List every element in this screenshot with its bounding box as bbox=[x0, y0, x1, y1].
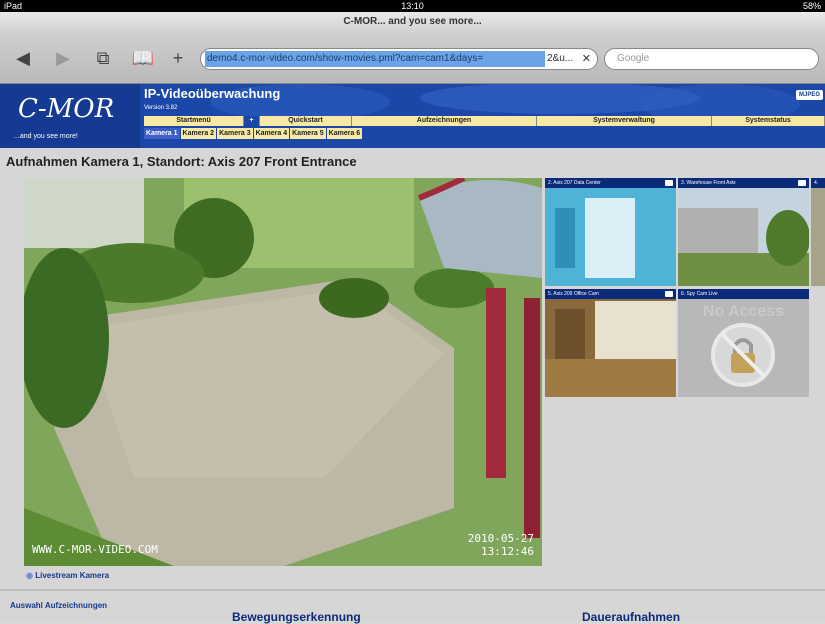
browser-toolbar: ◀ ▶ ⧉ 📖 + demo4.c-mor-video.com/show-mov… bbox=[0, 34, 825, 84]
page-heading: Aufnahmen Kamera 1, Standort: Axis 207 F… bbox=[6, 154, 357, 169]
lock-icon bbox=[711, 323, 775, 387]
camera-thumb-4[interactable]: 4. bbox=[811, 178, 825, 286]
browser-title-bar: C-MOR... and you see more... bbox=[0, 12, 825, 34]
camera-image bbox=[24, 178, 542, 566]
content-area: Aufnahmen Kamera 1, Standort: Axis 207 F… bbox=[0, 148, 825, 624]
menu-systemstatus[interactable]: Systemstatus bbox=[712, 116, 825, 126]
motion-detection-heading[interactable]: Bewegungserkennung bbox=[232, 610, 361, 624]
menu-startmenu[interactable]: Startmenü bbox=[144, 116, 244, 126]
camera-thumb-6[interactable]: No Access 6. Spy Cam Live bbox=[678, 289, 809, 397]
livestream-link[interactable]: ◉ Livestream Kamera bbox=[26, 571, 109, 580]
app-title: IP-Videoüberwachung bbox=[144, 86, 281, 101]
eye-icon: ◉ bbox=[26, 571, 33, 580]
main-camera-view[interactable]: WWW.C-MOR-VIDEO.COM 2010-05-27 13:12:46 bbox=[24, 178, 542, 566]
menu-expand[interactable]: + bbox=[244, 116, 260, 126]
clock: 13:10 bbox=[401, 1, 424, 11]
tab-kamera-3[interactable]: Kamera 3 bbox=[217, 128, 253, 139]
logo: C-MOR ...and you see more! bbox=[0, 84, 136, 148]
app-version: Version 3.82 bbox=[144, 105, 178, 111]
camera-tabs: Kamera 1 Kamera 2 Kamera 3 Kamera 4 Kame… bbox=[144, 128, 363, 139]
back-icon[interactable]: ◀ bbox=[10, 46, 36, 70]
mjpeg-button[interactable]: MJPEG bbox=[795, 90, 823, 100]
tab-kamera-4[interactable]: Kamera 4 bbox=[253, 128, 290, 139]
continuous-recording-heading[interactable]: Daueraufnahmen bbox=[582, 610, 680, 624]
page-title: C-MOR... and you see more... bbox=[343, 16, 482, 27]
search-input[interactable]: Google bbox=[604, 48, 819, 70]
camera-thumb-3[interactable]: 3. Warehouse Front Axis bbox=[678, 178, 809, 286]
tab-kamera-1[interactable]: Kamera 1 bbox=[144, 128, 180, 139]
overlay-url: WWW.C-MOR-VIDEO.COM bbox=[32, 543, 158, 556]
tab-kamera-5[interactable]: Kamera 5 bbox=[290, 128, 326, 139]
divider bbox=[0, 589, 825, 591]
menu-quickstart[interactable]: Quickstart bbox=[260, 116, 352, 126]
ios-status-bar: iPad 13:10 58% bbox=[0, 0, 825, 12]
tab-kamera-6[interactable]: Kamera 6 bbox=[326, 128, 363, 139]
forward-icon[interactable]: ▶ bbox=[50, 46, 76, 70]
camera-icon bbox=[665, 180, 673, 186]
clear-url-icon[interactable]: ✕ bbox=[582, 49, 591, 69]
tab-kamera-2[interactable]: Kamera 2 bbox=[180, 128, 217, 139]
camera-thumb-5[interactable]: 5. Axis 209 Office Cam bbox=[545, 289, 676, 397]
main-menu: Startmenü + Quickstart Aufzeichnungen Sy… bbox=[144, 116, 825, 126]
menu-systemverwaltung[interactable]: Systemverwaltung bbox=[537, 116, 712, 126]
add-icon[interactable]: + bbox=[165, 46, 191, 70]
camera-icon bbox=[798, 180, 806, 186]
menu-aufzeichnungen[interactable]: Aufzeichnungen bbox=[352, 116, 537, 126]
url-rest-text: 2&u... bbox=[547, 53, 574, 64]
battery-level: 58% bbox=[802, 1, 821, 11]
url-selected-text: demo4.c-mor-video.com/show-movies.pml?ca… bbox=[205, 51, 545, 67]
app-header: C-MOR ...and you see more! IP-Videoüberw… bbox=[0, 84, 825, 148]
camera-thumb-2[interactable]: 2. Axis 207 Data Center bbox=[545, 178, 676, 286]
address-bar[interactable]: demo4.c-mor-video.com/show-movies.pml?ca… bbox=[200, 48, 598, 70]
overlay-timestamp: 2010-05-27 13:12:46 bbox=[467, 532, 534, 558]
recordings-selection-label: Auswahl Aufzeichnungen bbox=[10, 601, 108, 610]
camera-icon bbox=[665, 291, 673, 297]
tabs-icon[interactable]: ⧉ bbox=[90, 46, 116, 70]
bookmarks-icon[interactable]: 📖 bbox=[130, 46, 156, 70]
